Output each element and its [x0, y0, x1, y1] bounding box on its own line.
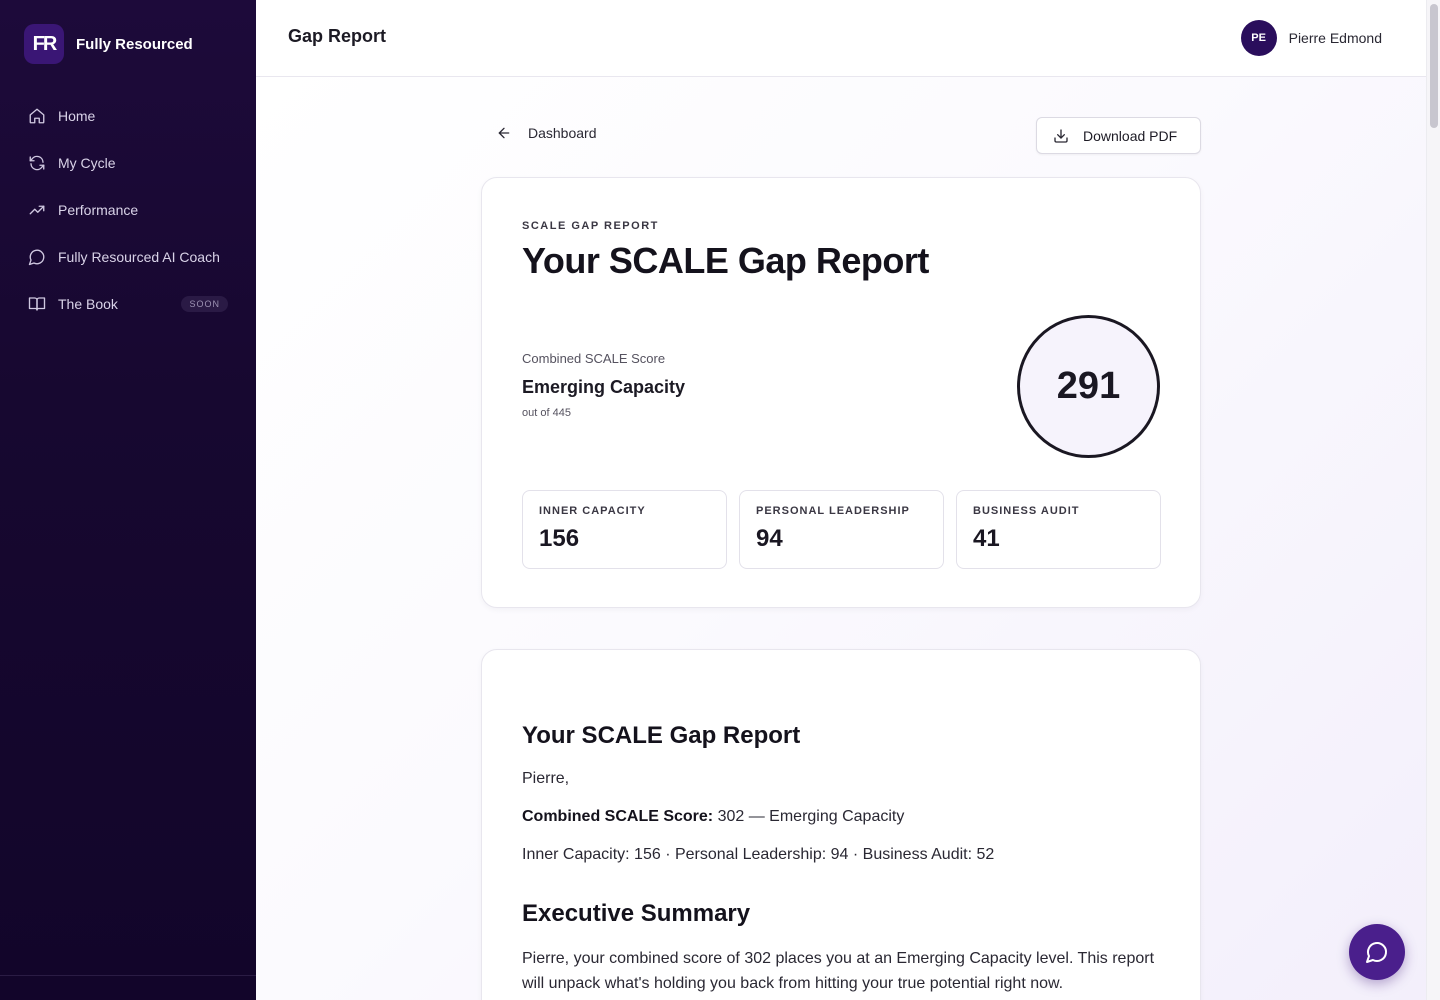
- report-title: Your SCALE Gap Report: [522, 722, 801, 749]
- avatar: PE: [1240, 20, 1277, 56]
- refresh-icon: [29, 155, 45, 171]
- back-label: Dashboard: [528, 125, 597, 141]
- card-title: Your SCALE Gap Report: [522, 240, 929, 281]
- user-menu[interactable]: PE Pierre Edmond: [1240, 20, 1382, 56]
- subscore-value: 41: [973, 525, 1000, 552]
- subscore-value: 94: [756, 525, 783, 552]
- chat-bubble-icon: [1366, 942, 1387, 963]
- executive-summary-heading: Executive Summary: [522, 900, 751, 927]
- combined-score-circle: 291: [1017, 315, 1160, 458]
- subscore-value: 156: [539, 525, 580, 552]
- card-eyebrow: SCALE GAP REPORT: [522, 220, 659, 232]
- report-combined-label: Combined SCALE Score:: [522, 808, 714, 825]
- brand-name: Fully Resourced: [76, 35, 193, 53]
- sidebar-item-label: Performance: [58, 202, 139, 218]
- subscore-card-business-audit: BUSINESS AUDIT 41: [956, 490, 1161, 569]
- download-icon: [1054, 128, 1068, 143]
- scrollbar-thumb[interactable]: [1430, 4, 1438, 128]
- soon-badge: SOON: [181, 296, 228, 312]
- arrow-left-icon: [498, 127, 510, 139]
- user-name: Pierre Edmond: [1288, 30, 1382, 46]
- page-title: Gap Report: [288, 26, 387, 46]
- trend-up-icon: [29, 205, 45, 215]
- subscore-label: BUSINESS AUDIT: [973, 505, 1080, 517]
- sidebar-item-label: My Cycle: [58, 155, 116, 171]
- sidebar-item-my-cycle[interactable]: My Cycle: [16, 143, 240, 183]
- chat-launcher-button[interactable]: [1349, 924, 1405, 980]
- book-icon: [28, 297, 46, 311]
- download-pdf-label: Download PDF: [1083, 127, 1178, 144]
- sidebar: FR Fully Resourced Home My Cycle Perform…: [0, 0, 256, 1000]
- sidebar-item-label: Fully Resourced AI Coach: [58, 249, 220, 265]
- sidebar-item-label: The Book: [58, 296, 118, 312]
- home-icon: [29, 108, 45, 124]
- report-body-card: Your SCALE Gap Report Pierre, Combined S…: [481, 649, 1201, 1000]
- sidebar-item-home[interactable]: Home: [16, 96, 240, 136]
- sidebar-item-ai-coach[interactable]: Fully Resourced AI Coach: [16, 237, 240, 277]
- brand-logo: FR: [24, 24, 64, 64]
- sidebar-item-label: Home: [58, 108, 96, 124]
- combined-score-level: Emerging Capacity: [522, 377, 686, 397]
- sidebar-nav: Home My Cycle Performance Fully Resource…: [16, 96, 240, 331]
- report-subscores-line: Inner Capacity: 156 · Personal Leadershi…: [522, 846, 995, 863]
- combined-score-label: Combined SCALE Score: [522, 351, 666, 366]
- chat-icon: [28, 249, 45, 266]
- main-content: Dashboard Download PDF SCALE GAP REPORT …: [256, 77, 1426, 1000]
- combined-score-out-of: out of 445: [522, 407, 571, 419]
- subscore-card-personal-leadership: PERSONAL LEADERSHIP 94: [739, 490, 944, 569]
- topbar: Gap Report PE Pierre Edmond: [256, 0, 1426, 77]
- brand[interactable]: FR Fully Resourced: [24, 24, 193, 64]
- report-combined-score: Combined SCALE Score: 302 — Emerging Cap…: [522, 808, 904, 826]
- sidebar-item-the-book[interactable]: The Book SOON: [16, 284, 240, 324]
- subscore-label: INNER CAPACITY: [539, 505, 646, 517]
- report-combined-text: 302 — Emerging Capacity: [713, 808, 905, 825]
- subscore-card-inner-capacity: INNER CAPACITY 156: [522, 490, 727, 569]
- score-summary-card: SCALE GAP REPORT Your SCALE Gap Report C…: [481, 177, 1201, 608]
- back-to-dashboard-link[interactable]: Dashboard: [496, 125, 597, 141]
- report-greeting: Pierre,: [522, 770, 570, 787]
- page-scrollbar[interactable]: [1426, 0, 1440, 1000]
- subscores: INNER CAPACITY 156 PERSONAL LEADERSHIP 9…: [522, 490, 1161, 569]
- executive-summary-body: Pierre, your combined score of 302 place…: [522, 950, 1155, 992]
- subscore-label: PERSONAL LEADERSHIP: [756, 505, 910, 517]
- download-pdf-button[interactable]: Download PDF: [1036, 117, 1201, 154]
- sidebar-divider: [0, 975, 256, 976]
- sidebar-item-performance[interactable]: Performance: [16, 190, 240, 230]
